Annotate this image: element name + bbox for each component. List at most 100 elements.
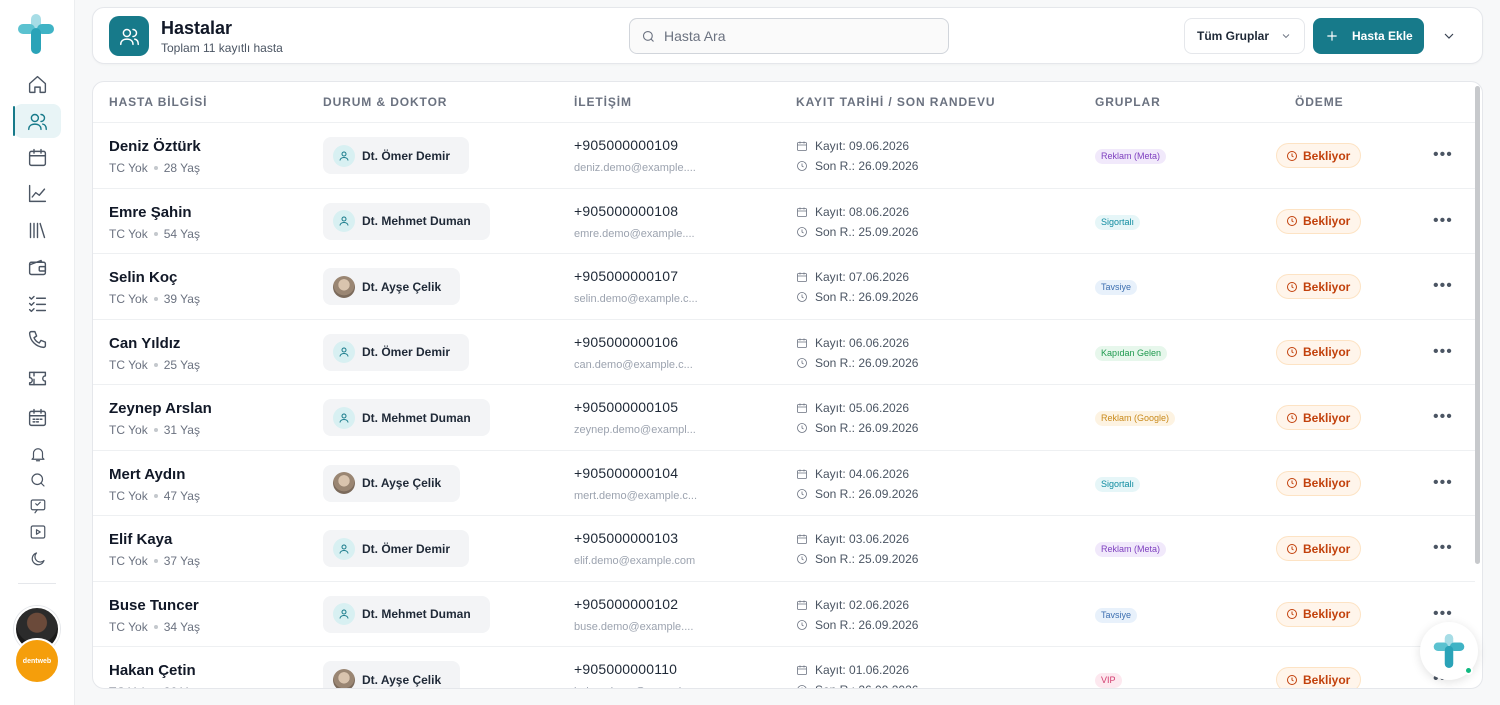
patient-phone[interactable]: +905000000102	[574, 596, 678, 612]
patient-tc: TC Yok	[109, 685, 148, 688]
group-tag[interactable]: Kapıdan Gelen	[1095, 345, 1168, 361]
payment-status-badge[interactable]: Bekliyor	[1276, 208, 1362, 234]
row-more-icon[interactable]: •••	[1433, 407, 1452, 427]
row-more-icon[interactable]: •••	[1433, 342, 1452, 362]
doctor-chip[interactable]: Dt. Ayşe Çelik	[323, 268, 461, 305]
table-row[interactable]: Elif Kaya TC Yok 37 Yaş Dt. Ömer Demir +9050…	[93, 515, 1475, 581]
group-tag[interactable]: Sigortalı	[1095, 214, 1141, 230]
table-row[interactable]: Selin Koç TC Yok 39 Yaş Dt. Ayşe Çelik +9050…	[93, 253, 1475, 319]
payment-status-badge[interactable]: Bekliyor	[1276, 601, 1362, 627]
payment-status-badge[interactable]: Bekliyor	[1276, 470, 1362, 496]
row-more-icon[interactable]: •••	[1433, 538, 1452, 558]
patient-name[interactable]: Emre Şahin	[109, 204, 192, 221]
payment-status-badge[interactable]: Bekliyor	[1276, 143, 1362, 168]
patient-email[interactable]: mert.demo@example.c...	[574, 490, 697, 502]
patient-age: 25 Yaş	[163, 357, 200, 372]
payment-status-badge[interactable]: Bekliyor	[1276, 339, 1362, 365]
payment-status-badge[interactable]: Bekliyor	[1276, 536, 1362, 561]
doctor-chip[interactable]: Dt. Ömer Demir	[323, 530, 470, 567]
row-more-icon[interactable]: •••	[1433, 473, 1452, 493]
patient-email[interactable]: deniz.demo@example....	[574, 162, 696, 174]
table-row[interactable]: Buse Tuncer TC Yok 34 Yaş Dt. Mehmet Duman +…	[93, 580, 1475, 647]
search-input[interactable]	[664, 28, 934, 44]
nav-calls[interactable]	[14, 322, 61, 356]
patient-phone[interactable]: +905000000109	[574, 137, 678, 153]
patient-name[interactable]: Buse Tuncer	[109, 597, 199, 614]
patient-phone[interactable]: +905000000108	[574, 203, 678, 219]
add-patient-button[interactable]: Hasta Ekle	[1313, 18, 1424, 54]
group-tag[interactable]: Reklam (Meta)	[1095, 542, 1167, 557]
doctor-chip[interactable]: Dt. Mehmet Duman	[323, 399, 490, 436]
table-row[interactable]: Zeynep Arslan TC Yok 31 Yaş Dt. Mehmet Duma…	[93, 384, 1475, 450]
payment-status-badge[interactable]: Bekliyor	[1276, 667, 1362, 688]
patient-name[interactable]: Zeynep Arslan	[109, 400, 212, 417]
doctor-chip[interactable]: Dt. Mehmet Duman	[323, 202, 490, 240]
nav-patients[interactable]	[13, 104, 61, 138]
nav-home[interactable]	[14, 67, 61, 101]
group-tag[interactable]: VIP	[1095, 673, 1122, 688]
patient-name[interactable]: Mert Aydın	[109, 466, 185, 483]
patient-email[interactable]: emre.demo@example....	[574, 228, 695, 240]
nav-schedule[interactable]	[14, 400, 61, 434]
patient-email[interactable]: selin.demo@example.c...	[574, 293, 698, 305]
registration-date: Kayıt: 07.06.2026	[796, 270, 909, 284]
calendar-grid-icon	[28, 408, 47, 426]
doctor-chip[interactable]: Dt. Ayşe Çelik	[323, 464, 461, 502]
group-tag[interactable]: Reklam (Google)	[1095, 411, 1176, 426]
patient-name[interactable]: Can Yıldız	[109, 335, 180, 352]
patient-name[interactable]: Selin Koç	[109, 269, 177, 286]
doctor-chip[interactable]: Dt. Ömer Demir	[323, 137, 470, 174]
patient-phone[interactable]: +905000000104	[574, 465, 678, 481]
nav-reports[interactable]	[14, 176, 61, 210]
nav-library[interactable]	[14, 213, 61, 247]
row-more-icon[interactable]: •••	[1433, 211, 1452, 231]
patient-email[interactable]: elif.demo@example.com	[574, 555, 695, 567]
patient-phone[interactable]: +905000000106	[574, 334, 678, 350]
patient-search[interactable]	[629, 18, 949, 54]
row-more-icon[interactable]: •••	[1433, 604, 1452, 624]
patient-email[interactable]: can.demo@example.c...	[574, 359, 693, 371]
row-more-icon[interactable]: •••	[1433, 276, 1452, 296]
group-tag[interactable]: Tavsiye	[1095, 280, 1138, 295]
doctor-chip[interactable]: Dt. Ayşe Çelik	[323, 661, 461, 688]
patient-email[interactable]: buse.demo@example....	[574, 621, 693, 633]
clock-icon	[1287, 281, 1297, 292]
table-row[interactable]: Hakan Çetin TC Yok 36 Yaş Dt. Ayşe Çelik +90…	[93, 646, 1475, 688]
payment-status-badge[interactable]: Bekliyor	[1276, 405, 1362, 430]
header-collapse-chevron-icon[interactable]	[1441, 28, 1457, 44]
row-more-icon[interactable]: •••	[1433, 145, 1452, 165]
table-scrollbar[interactable]	[1475, 86, 1480, 564]
group-tag[interactable]: Tavsiye	[1095, 607, 1138, 623]
brand-badge-text: dentweb	[22, 657, 52, 665]
patient-name[interactable]: Elif Kaya	[109, 531, 172, 548]
brand-avatar[interactable]: dentweb	[14, 638, 60, 684]
nav-tickets[interactable]	[14, 361, 61, 395]
table-row[interactable]: Mert Aydın TC Yok 47 Yaş Dt. Ayşe Çelik +905…	[93, 449, 1475, 516]
patient-email[interactable]: zeynep.demo@exampl...	[574, 424, 696, 436]
patient-phone[interactable]: +905000000110	[574, 661, 677, 677]
app-logo[interactable]	[18, 14, 54, 54]
patient-name[interactable]: Hakan Çetin	[109, 662, 196, 679]
patient-email[interactable]: hakan.demo@example....	[574, 686, 700, 688]
support-chat-button[interactable]	[1420, 622, 1478, 680]
nav-tasks[interactable]	[14, 286, 61, 320]
table-row[interactable]: Can Yıldız TC Yok 25 Yaş Dt. Ömer Demir +905…	[93, 318, 1475, 385]
nav-wallet[interactable]	[14, 250, 61, 284]
patient-name[interactable]: Deniz Öztürk	[109, 138, 201, 155]
doctor-chip[interactable]: Dt. Ömer Demir	[323, 333, 470, 371]
payment-status-badge[interactable]: Bekliyor	[1276, 274, 1362, 299]
column-header: İLETİŞİM	[574, 95, 632, 109]
nav-theme[interactable]	[14, 542, 61, 576]
patient-phone[interactable]: +905000000103	[574, 530, 678, 546]
group-tag[interactable]: Reklam (Meta)	[1095, 149, 1167, 164]
last-appointment: Son R.: 26.09.2026	[796, 421, 918, 435]
table-row[interactable]: Emre Şahin TC Yok 54 Yaş Dt. Mehmet Duman +9…	[93, 187, 1475, 254]
group-tag[interactable]: Sigortalı	[1095, 476, 1141, 492]
doctor-chip[interactable]: Dt. Mehmet Duman	[323, 595, 490, 633]
group-filter-select[interactable]: Tüm Gruplar	[1184, 18, 1305, 54]
nav-calendar[interactable]	[14, 140, 61, 174]
patient-phone[interactable]: +905000000105	[574, 399, 678, 415]
user-icon	[339, 544, 349, 554]
patient-phone[interactable]: +905000000107	[574, 268, 678, 284]
table-row[interactable]: Deniz Öztürk TC Yok 28 Yaş Dt. Ömer Demir +9…	[93, 122, 1475, 188]
